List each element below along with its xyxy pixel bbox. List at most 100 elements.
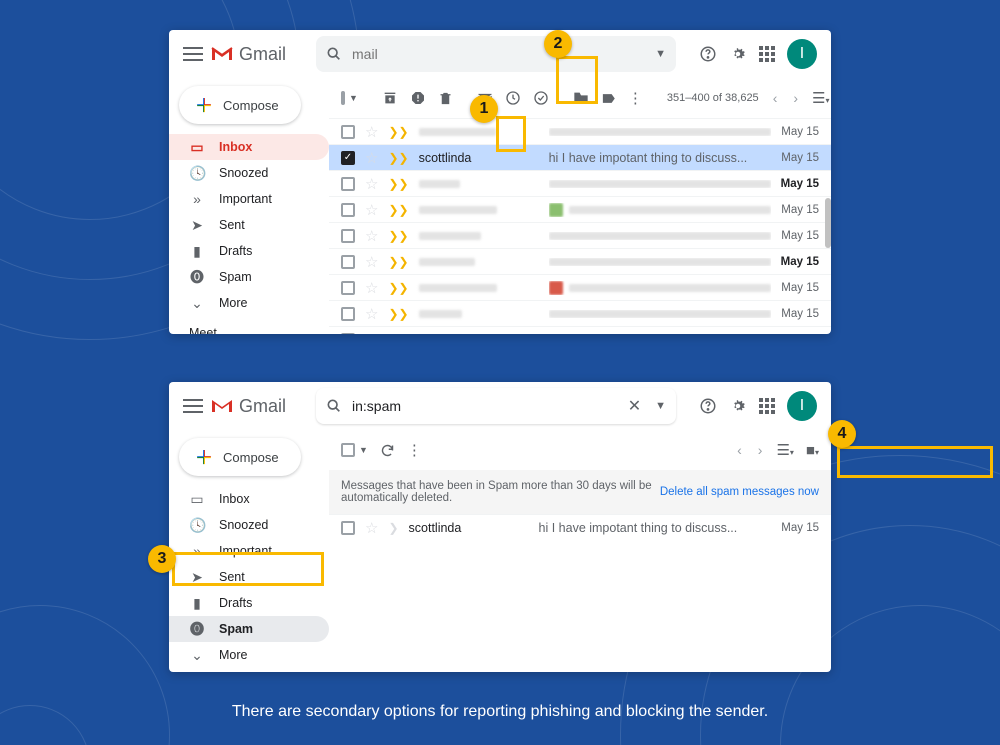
split-pane-icon[interactable]: ☰▾ bbox=[776, 441, 793, 459]
nav-drafts[interactable]: ▮Drafts bbox=[169, 238, 329, 264]
prev-page-icon[interactable]: ‹ bbox=[735, 442, 744, 458]
message-row[interactable]: ☆❯❯May 15 bbox=[329, 248, 831, 274]
message-row[interactable]: ☆❯scottlindahi I have impotant thing to … bbox=[329, 514, 831, 540]
nav-snoozed[interactable]: 🕓Snoozed bbox=[169, 512, 329, 538]
account-avatar[interactable]: I bbox=[787, 39, 817, 69]
nav-inbox[interactable]: ▭Inbox bbox=[169, 486, 329, 512]
message-row[interactable]: ☆❯❯May 15 bbox=[329, 300, 831, 326]
account-avatar[interactable]: I bbox=[787, 391, 817, 421]
select-all-checkbox[interactable] bbox=[341, 91, 345, 105]
row-checkbox[interactable] bbox=[341, 333, 355, 335]
important-marker-icon[interactable]: ❯❯ bbox=[388, 203, 408, 217]
message-row[interactable]: ✓☆❯❯scottlindahi I have impotant thing t… bbox=[329, 144, 831, 170]
row-checkbox[interactable] bbox=[341, 125, 355, 139]
star-icon[interactable]: ☆ bbox=[365, 227, 378, 245]
sidebar: ＋Compose ▭Inbox 🕓Snoozed »Important ➤Sen… bbox=[169, 430, 329, 672]
split-pane-icon[interactable]: ☰▾ bbox=[812, 89, 829, 107]
row-checkbox[interactable] bbox=[341, 521, 355, 535]
input-tools-icon[interactable]: ■▾ bbox=[806, 442, 819, 459]
star-icon[interactable]: ☆ bbox=[365, 149, 378, 167]
star-icon[interactable]: ☆ bbox=[365, 253, 378, 271]
row-checkbox[interactable] bbox=[341, 229, 355, 243]
delete-all-spam-link[interactable]: Delete all spam messages now bbox=[660, 486, 819, 498]
archive-icon[interactable] bbox=[382, 90, 398, 106]
compose-label: Compose bbox=[223, 450, 279, 465]
message-row[interactable]: ☆❯❯May 15 bbox=[329, 196, 831, 222]
apps-icon[interactable] bbox=[759, 46, 775, 62]
important-marker-icon[interactable]: ❯❯ bbox=[388, 255, 408, 269]
message-row[interactable]: ☆❯❯May 15 bbox=[329, 118, 831, 144]
select-all-checkbox[interactable] bbox=[341, 443, 355, 457]
row-checkbox[interactable] bbox=[341, 281, 355, 295]
scrollbar[interactable] bbox=[825, 198, 831, 248]
support-icon[interactable] bbox=[699, 397, 717, 415]
nav-sent[interactable]: ➤Sent bbox=[169, 564, 329, 590]
sender-name: scottlinda bbox=[409, 521, 529, 535]
nav-snoozed[interactable]: 🕓Snoozed bbox=[169, 160, 329, 186]
add-task-icon[interactable] bbox=[533, 90, 549, 106]
important-marker-icon[interactable]: ❯❯ bbox=[388, 307, 408, 321]
nav-spam[interactable]: ⓿Spam bbox=[169, 616, 329, 642]
search-bar[interactable]: ✕ ▼ bbox=[316, 388, 676, 424]
menu-icon[interactable] bbox=[183, 399, 203, 413]
compose-button[interactable]: ＋Compose bbox=[179, 438, 301, 476]
search-options-icon[interactable]: ▼ bbox=[655, 400, 666, 412]
important-marker-icon[interactable]: ❯❯ bbox=[388, 177, 408, 191]
search-input[interactable] bbox=[352, 398, 614, 414]
delete-icon[interactable] bbox=[438, 91, 453, 106]
settings-icon[interactable] bbox=[729, 397, 747, 415]
more-icon[interactable]: ⋮ bbox=[628, 89, 643, 107]
row-checkbox[interactable]: ✓ bbox=[341, 151, 355, 165]
star-icon[interactable]: ☆ bbox=[365, 175, 378, 193]
more-icon[interactable]: ⋮ bbox=[407, 441, 422, 459]
search-bar[interactable]: ▼ bbox=[316, 36, 676, 72]
star-icon[interactable]: ☆ bbox=[365, 279, 378, 297]
search-input[interactable] bbox=[352, 46, 645, 62]
nav-sent[interactable]: ➤Sent bbox=[169, 212, 329, 238]
star-icon[interactable]: ☆ bbox=[365, 519, 378, 537]
important-marker-icon[interactable]: ❯❯ bbox=[388, 125, 408, 139]
clear-search-icon[interactable]: ✕ bbox=[624, 396, 645, 416]
nav-more[interactable]: ⌄More bbox=[169, 642, 329, 668]
nav-more[interactable]: ⌄More bbox=[169, 290, 329, 316]
row-checkbox[interactable] bbox=[341, 307, 355, 321]
caption-text: There are secondary options for reportin… bbox=[0, 703, 1000, 721]
important-marker-icon[interactable]: ❯❯ bbox=[388, 229, 408, 243]
important-marker-icon[interactable]: ❯❯ bbox=[388, 333, 408, 335]
search-options-icon[interactable]: ▼ bbox=[655, 48, 666, 60]
refresh-icon[interactable] bbox=[380, 443, 395, 458]
message-row[interactable]: ☆❯❯May 15 bbox=[329, 170, 831, 196]
menu-icon[interactable] bbox=[183, 47, 203, 61]
important-marker-icon[interactable]: ❯❯ bbox=[388, 281, 408, 295]
row-checkbox[interactable] bbox=[341, 203, 355, 217]
move-to-icon[interactable] bbox=[573, 91, 589, 105]
report-spam-icon[interactable] bbox=[410, 90, 426, 106]
apps-icon[interactable] bbox=[759, 398, 775, 414]
gmail-logo[interactable]: Gmail bbox=[211, 44, 286, 65]
star-icon[interactable]: ☆ bbox=[365, 123, 378, 141]
important-marker-icon[interactable]: ❯ bbox=[388, 521, 398, 535]
next-page-icon[interactable]: › bbox=[791, 90, 800, 106]
nav-drafts[interactable]: ▮Drafts bbox=[169, 590, 329, 616]
important-marker-icon[interactable]: ❯❯ bbox=[388, 151, 408, 165]
row-checkbox[interactable] bbox=[341, 177, 355, 191]
star-icon[interactable]: ☆ bbox=[365, 201, 378, 219]
nav-important[interactable]: »Important bbox=[169, 538, 329, 564]
row-checkbox[interactable] bbox=[341, 255, 355, 269]
message-row[interactable]: ☆❯❯May 15 bbox=[329, 326, 831, 334]
star-icon[interactable]: ☆ bbox=[365, 331, 378, 335]
star-icon[interactable]: ☆ bbox=[365, 305, 378, 323]
nav-important[interactable]: »Important bbox=[169, 186, 329, 212]
support-icon[interactable] bbox=[699, 45, 717, 63]
nav-spam[interactable]: ⓿Spam bbox=[169, 264, 329, 290]
settings-icon[interactable] bbox=[729, 45, 747, 63]
snooze-icon[interactable] bbox=[505, 90, 521, 106]
next-page-icon[interactable]: › bbox=[756, 442, 765, 458]
message-row[interactable]: ☆❯❯May 15 bbox=[329, 274, 831, 300]
labels-icon[interactable] bbox=[601, 91, 616, 106]
prev-page-icon[interactable]: ‹ bbox=[771, 90, 780, 106]
nav-inbox[interactable]: ▭Inbox bbox=[169, 134, 329, 160]
message-row[interactable]: ☆❯❯May 15 bbox=[329, 222, 831, 248]
compose-button[interactable]: ＋Compose bbox=[179, 86, 301, 124]
gmail-logo[interactable]: Gmail bbox=[211, 396, 286, 417]
